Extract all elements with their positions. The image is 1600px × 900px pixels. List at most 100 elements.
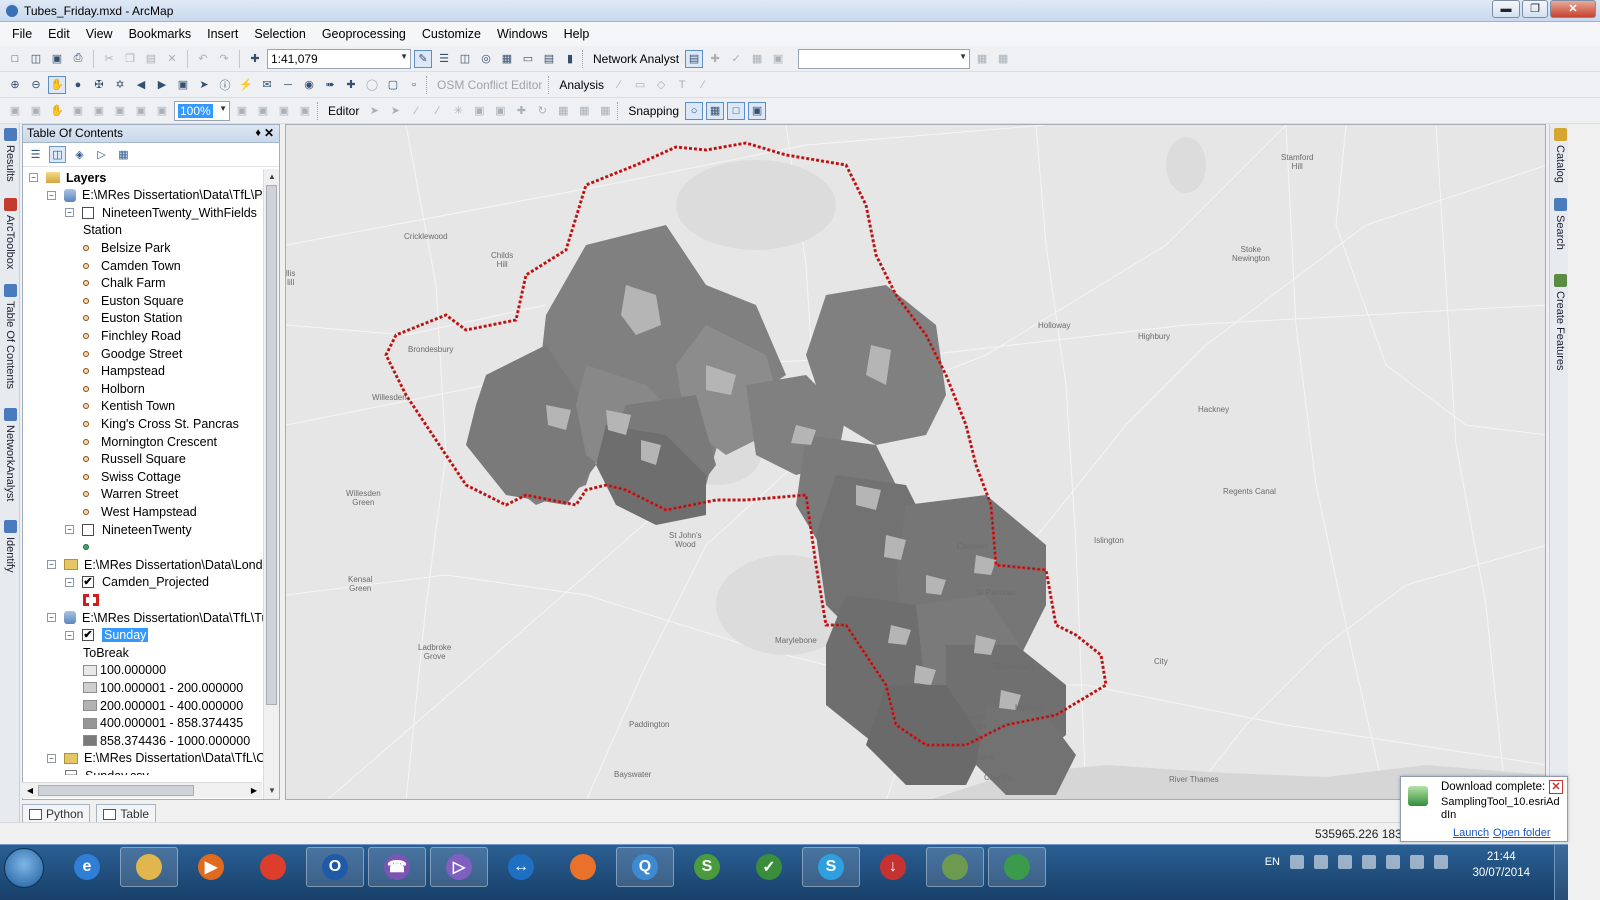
na-directions-icon[interactable]: ▣ [769,50,787,68]
battery-icon[interactable]: ▮ [561,50,579,68]
collapse-icon[interactable]: − [65,525,74,534]
toc-row[interactable]: − ✔ Camden_Projected [65,574,209,591]
menu-customize[interactable]: Customize [414,27,489,41]
toc-row[interactable]: − ✔ Sunday [65,627,149,644]
toc-row[interactable]: − E:\MRes Dissertation\Data\TfL\Poi [47,187,263,204]
dock-tab-table-of-contents[interactable]: Table Of Contents [2,284,18,389]
vertex-snapping-icon[interactable]: □ [727,101,746,120]
toc-row[interactable]: King's Cross St. Pancras [83,415,239,432]
snapping-menu[interactable]: Snapping [625,104,682,118]
toc-row[interactable]: 100.000000 [83,662,166,679]
zoom-in-icon[interactable]: ⊕ [6,76,24,94]
close-button[interactable]: ✕ [1550,0,1596,18]
create-viewer-icon[interactable]: ▢ [384,76,402,94]
language-indicator[interactable]: EN [1265,856,1280,868]
taskbar-download-button[interactable]: ↓ [864,847,922,887]
taskbar-python-button[interactable]: S [678,847,736,887]
layout-tool-11-icon[interactable]: ▣ [275,102,293,120]
taskbar-chrome-button[interactable] [244,847,302,887]
toc-row[interactable]: ToBreak [83,644,129,661]
zoom-percent-combo[interactable]: 100% ▼ [174,100,230,121]
scroll-down-icon[interactable]: ▼ [264,783,280,799]
dock-tab-catalog[interactable]: Catalog [1552,128,1568,183]
collapse-icon[interactable]: − [47,190,56,200]
search-window-icon[interactable]: ◎ [477,50,495,68]
toc-row[interactable]: − E:\MRes Dissertation\Data\London [47,556,263,573]
dock-tab-search[interactable]: Search [1552,198,1568,250]
toc-row[interactable]: Hampstead [83,363,165,380]
toc-horizontal-scrollbar[interactable]: ◀ ▶ [22,782,262,798]
na-solve-icon[interactable]: ▦ [748,50,766,68]
help-icon[interactable] [1290,855,1304,869]
split-icon[interactable]: ▣ [470,102,488,120]
close-icon[interactable]: ✕ [264,125,274,142]
toc-row[interactable]: Mornington Crescent [83,433,217,450]
taskbar-viber-button[interactable]: ☎ [368,847,426,887]
toc-row[interactable]: − NineteenTwenty [65,521,192,538]
layout-tool-1-icon[interactable]: ▣ [6,102,24,120]
taskbar-firefox-button[interactable] [554,847,612,887]
collapse-icon[interactable]: − [47,560,56,570]
menu-geoprocessing[interactable]: Geoprocessing [314,27,414,41]
new-document-icon[interactable]: □ [6,50,24,68]
menu-selection[interactable]: Selection [246,27,313,41]
toc-row[interactable]: Russell Square [83,451,186,468]
layout-tool-6-icon[interactable]: ▣ [111,102,129,120]
scroll-left-icon[interactable]: ◀ [22,783,38,799]
toc-row[interactable]: 200.000001 - 400.000000 [83,697,243,714]
collapse-icon[interactable]: − [29,173,38,182]
trace-icon[interactable]: ∕ [428,102,446,120]
scroll-right-icon[interactable]: ▶ [246,783,262,799]
toc-row[interactable]: Euston Station [83,310,182,327]
toc-row[interactable]: Euston Square [83,292,184,309]
list-by-visibility-icon[interactable]: ◈ [71,146,88,163]
toc-row[interactable]: − Layers [29,169,106,186]
toc-row[interactable]: Kentish Town [83,398,175,415]
toc-vertical-scrollbar[interactable]: ▲ ▼ [263,169,279,799]
network-tray-icon[interactable] [1362,855,1376,869]
toc-row[interactable] [83,539,101,556]
network-dataset-combo[interactable]: ▼ [798,48,971,69]
toc-row[interactable]: Chalk Farm [83,275,166,292]
dock-tab-results[interactable]: Results [2,128,18,182]
layer-visibility-checkbox[interactable] [82,206,94,219]
toc-row[interactable]: Sunday.csv [65,767,149,775]
taskbar-teamviewer-button[interactable]: ↔ [492,847,550,887]
list-by-source-icon[interactable]: ◫ [49,146,66,163]
redo-icon[interactable]: ↷ [215,50,233,68]
show-desktop-button[interactable] [1554,845,1568,900]
sketch-properties-icon[interactable]: ▦ [575,102,593,120]
flag-icon[interactable] [1410,855,1424,869]
toc-row[interactable]: Station [83,222,122,239]
na-add-icon[interactable]: ✚ [706,50,724,68]
open-folder-link[interactable]: Open folder [1493,827,1550,839]
map-view[interactable]: Cricklewood Childs Hill Brondesbury Willesd… [285,124,1546,800]
analysis-menu[interactable]: Analysis [556,78,607,92]
dock-tab-arctoolbox[interactable]: ArcToolbox [2,198,18,269]
analysis-diamond-icon[interactable]: ◇ [652,76,670,94]
collapse-icon[interactable]: − [65,577,74,587]
back-extent-icon[interactable]: ◀ [132,76,150,94]
options-icon[interactable]: ▦ [115,146,132,163]
layout-tool-7-icon[interactable]: ▣ [132,102,150,120]
layout-tool-9-icon[interactable]: ▣ [233,102,251,120]
edit-tool-icon[interactable]: ➤ [365,102,383,120]
menu-insert[interactable]: Insert [199,27,246,41]
select-elements-arrow-icon[interactable]: ➤ [195,76,213,94]
toc-row[interactable]: Warren Street [83,486,178,503]
copy-icon[interactable]: ❐ [121,50,139,68]
zoom-out-icon[interactable]: ⊖ [27,76,45,94]
layout-tool-12-icon[interactable]: ▣ [296,102,314,120]
straight-segment-icon[interactable]: ∕ [407,102,425,120]
full-extent-globe-icon[interactable]: ● [69,76,87,94]
toc-row[interactable]: Swiss Cottage [83,468,181,485]
editor-menu[interactable]: Editor [325,104,362,118]
python-window-icon[interactable]: ▭ [519,50,537,68]
restore-button[interactable]: ❐ [1522,0,1548,18]
measure-icon[interactable]: ─ [279,76,297,94]
edit-annotation-icon[interactable]: ➤ [386,102,404,120]
hyperlink-icon[interactable]: ⚡ [237,76,255,94]
tab-python[interactable]: Python [22,804,91,824]
toc-row[interactable]: Camden Town [83,257,181,274]
paste-icon[interactable]: ▤ [142,50,160,68]
